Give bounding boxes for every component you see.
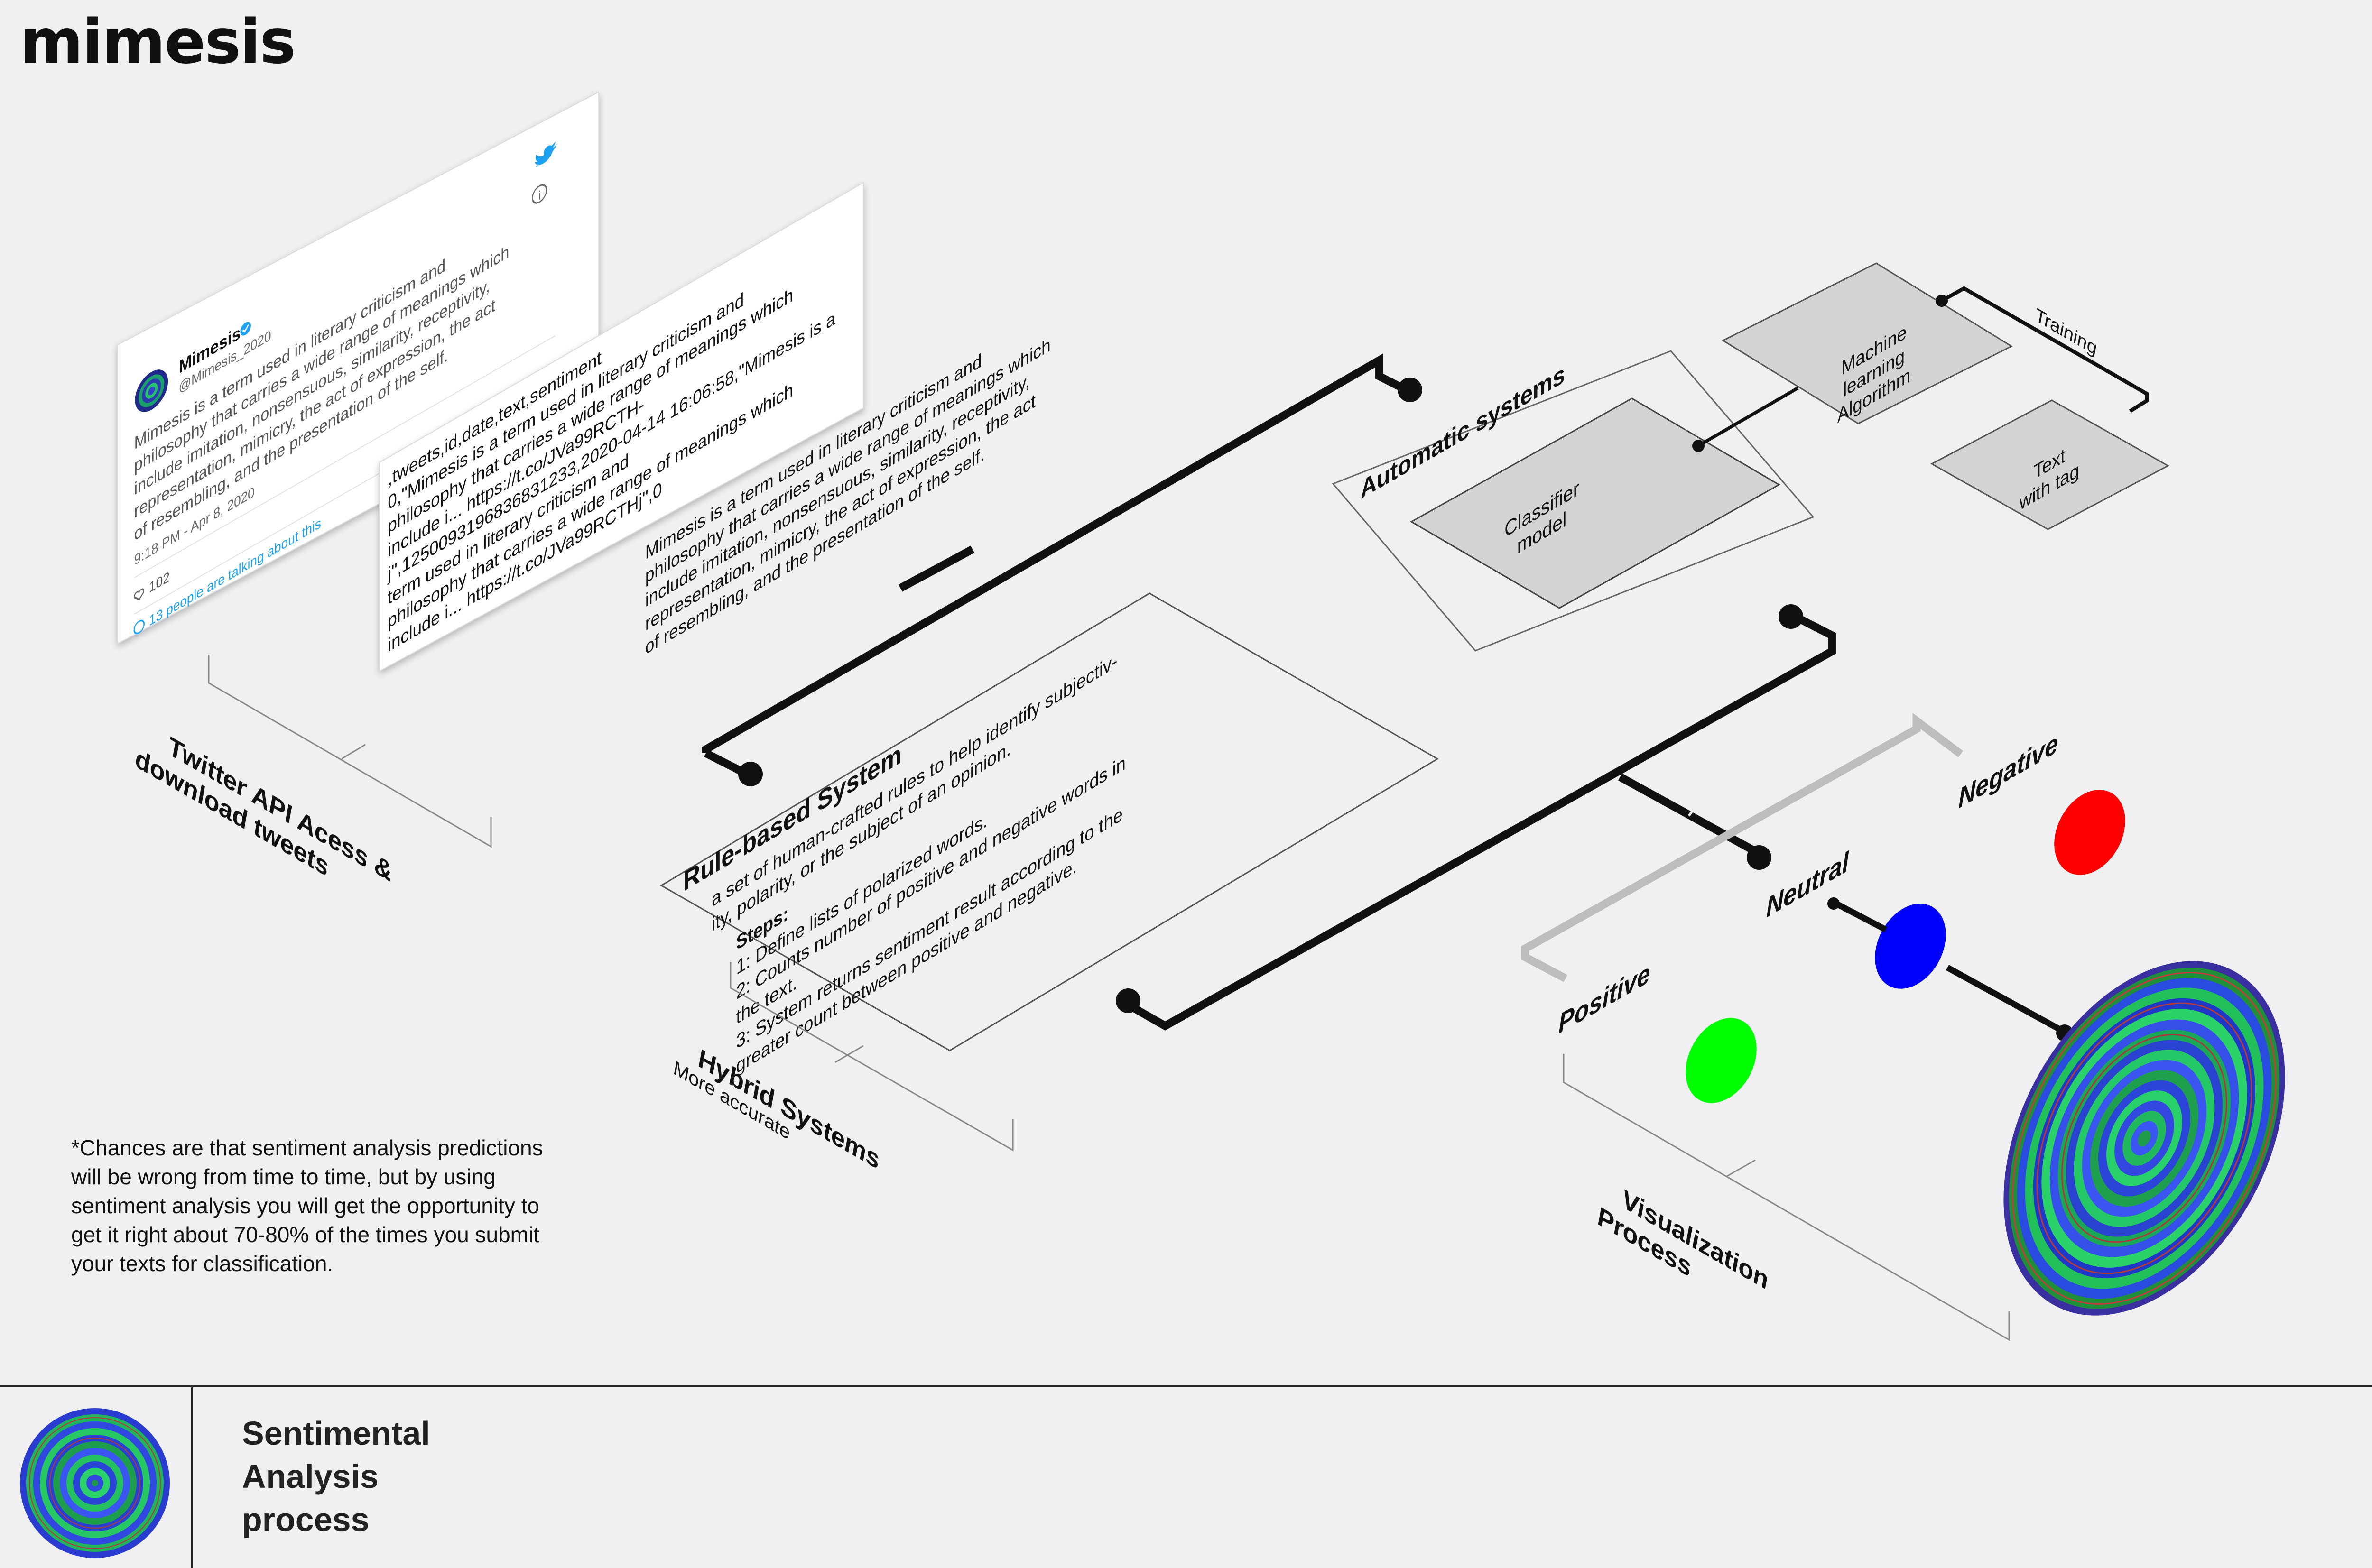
positive-dot — [1686, 1018, 1757, 1103]
footer-title: Sentimental Analysis process — [242, 1415, 430, 1538]
footer-divider — [191, 1387, 193, 1568]
neutral-link — [1834, 901, 2063, 1033]
neutral-dot — [1875, 904, 1946, 989]
footnote: *Chances are that sentiment analysis pre… — [71, 1135, 543, 1276]
footer-logo — [20, 1408, 170, 1558]
connector-node — [738, 762, 763, 786]
visualization-disc — [2003, 961, 2285, 1316]
hybrid-title: Hybrid Systems — [698, 1042, 879, 1176]
neutral-label: Neutral — [1766, 845, 1849, 924]
rule-based-card: Rule-based System a set of human-crafted… — [660, 592, 1439, 1078]
connector-node — [1398, 378, 1422, 402]
positive-label: Positive — [1558, 957, 1650, 1040]
connector-node — [1747, 845, 1771, 870]
connector-node — [1779, 604, 1803, 629]
negative-dot — [2054, 790, 2125, 875]
twitter-api-label: Twitter API Acess & download tweets — [135, 729, 392, 889]
training-label: Training — [2035, 303, 2097, 360]
link-node — [1692, 440, 1705, 452]
bottom-bar: Sentimental Analysis process — [0, 1385, 2372, 1568]
automatic-systems-card: Automatic systems Classifier model Machi… — [1332, 262, 2170, 652]
svg-text:i: i — [538, 188, 541, 203]
negative-label: Negative — [1958, 727, 2058, 815]
connector-node — [1116, 988, 1140, 1013]
visualization-label: Visualization Process — [1598, 1182, 1768, 1297]
